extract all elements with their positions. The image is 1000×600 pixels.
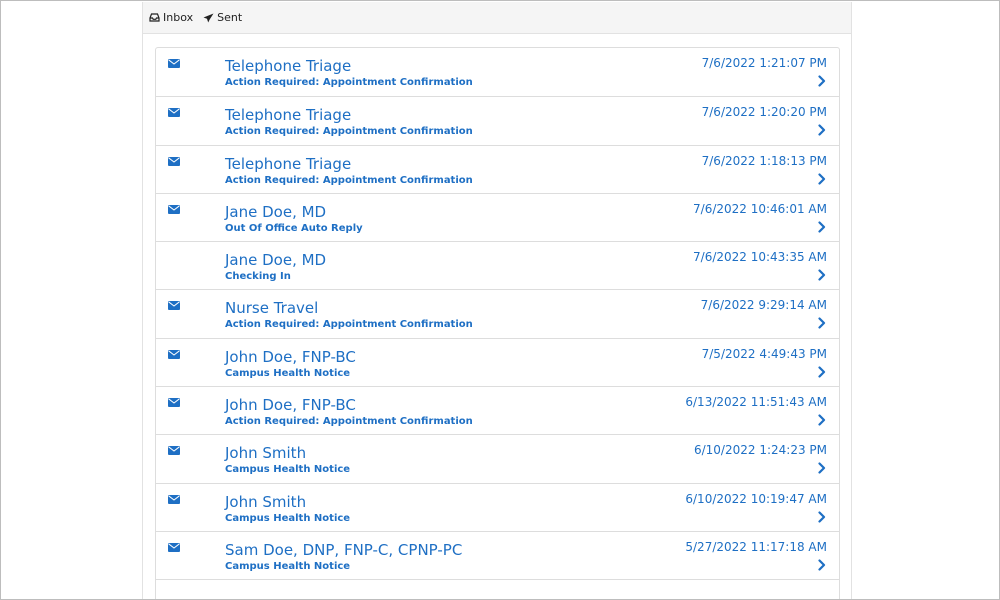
envelope-icon xyxy=(168,349,180,359)
message-row[interactable] xyxy=(156,579,839,599)
message-date: 5/27/2022 11:17:18 AM xyxy=(685,539,827,554)
paper-plane-icon xyxy=(203,13,214,22)
message-sender: Telephone Triage xyxy=(225,154,352,173)
message-row[interactable]: Telephone Triage Action Required: Appoint… xyxy=(156,96,839,144)
message-sender: John Smith xyxy=(225,444,307,463)
chevron-right-icon[interactable] xyxy=(818,559,826,571)
message-subject: Action Required: Appointment Confirmatio… xyxy=(225,319,473,331)
message-subject: Action Required: Appointment Confirmatio… xyxy=(225,416,473,428)
message-date: 7/6/2022 10:46:01 AM xyxy=(693,201,827,216)
envelope-icon xyxy=(168,301,180,311)
message-row[interactable]: John Smith Campus Health Notice 6/10/2022 … xyxy=(156,482,839,531)
message-date: 7/6/2022 1:20:20 PM xyxy=(701,105,827,120)
message-date: 6/10/2022 1:24:23 PM xyxy=(693,443,827,458)
message-subject: Campus Health Notice xyxy=(225,560,351,572)
message-date: 7/5/2022 4:49:43 PM xyxy=(701,346,827,361)
message-sender: Sam Doe, DNP, FNP-C, CPNP-PC xyxy=(225,540,463,559)
chevron-right-icon[interactable] xyxy=(818,172,826,185)
sent-label: Sent xyxy=(217,11,243,24)
message-sender: Telephone Triage xyxy=(225,106,352,125)
envelope-icon xyxy=(168,204,180,214)
messages-panel: Inbox Sent Telephone Triage Action Requir… xyxy=(142,2,852,599)
message-row[interactable]: Jane Doe, MD Checking In 7/6/2022 10:43:35… xyxy=(156,241,839,289)
envelope-icon xyxy=(168,446,180,456)
message-row[interactable]: Jane Doe, MD Out Of Office Auto Reply 7/6/… xyxy=(156,192,839,241)
chevron-right-icon[interactable] xyxy=(818,124,826,136)
message-sender: John Doe, FNP-BC xyxy=(225,396,356,415)
chevron-right-icon[interactable] xyxy=(818,462,826,474)
envelope-icon xyxy=(168,398,180,408)
message-sender: John Smith xyxy=(225,492,307,511)
envelope-icon xyxy=(168,494,180,504)
message-sender: John Doe, FNP-BC xyxy=(225,347,356,366)
message-date: 7/6/2022 1:18:13 PM xyxy=(701,153,827,168)
message-subject: Action Required: Appointment Confirmatio… xyxy=(225,126,473,138)
message-subject: Checking In xyxy=(225,271,291,283)
chevron-right-icon[interactable] xyxy=(818,75,826,87)
message-row[interactable]: Nurse Travel Action Required: Appointment… xyxy=(156,289,839,337)
message-subject: Action Required: Appointment Confirmatio… xyxy=(225,77,473,88)
message-subject: Campus Health Notice xyxy=(225,512,351,524)
inbox-label: Inbox xyxy=(163,11,194,24)
message-row[interactable]: John Smith Campus Health Notice 6/10/2022 … xyxy=(156,434,839,482)
sent-button[interactable]: Sent xyxy=(203,11,242,24)
envelope-icon xyxy=(168,59,180,68)
inbox-button[interactable]: Inbox xyxy=(149,11,193,24)
message-toolbar: Inbox Sent xyxy=(143,2,851,34)
message-date: 7/6/2022 1:21:07 PM xyxy=(701,56,827,70)
app-window: Inbox Sent Telephone Triage Action Requir… xyxy=(0,0,1000,600)
message-list: Telephone Triage Action Required: Appoint… xyxy=(155,47,840,599)
message-row[interactable]: Telephone Triage Action Required: Appoint… xyxy=(156,144,839,193)
message-date: 6/10/2022 10:19:47 AM xyxy=(685,491,827,506)
chevron-right-icon[interactable] xyxy=(818,366,826,378)
message-sender: Telephone Triage xyxy=(225,57,352,75)
message-subject: Campus Health Notice xyxy=(225,367,351,379)
message-sender: Jane Doe, MD xyxy=(225,251,327,270)
inbox-icon xyxy=(149,13,160,22)
chevron-right-icon[interactable] xyxy=(818,317,826,330)
message-row[interactable]: John Doe, FNP-BC Action Required: Appoint… xyxy=(156,386,839,434)
message-row[interactable]: Telephone Triage Action Required: Appoint… xyxy=(156,48,839,96)
message-date: 7/6/2022 10:43:35 AM xyxy=(693,250,827,265)
message-subject: Action Required: Appointment Confirmatio… xyxy=(225,174,473,186)
message-sender: Jane Doe, MD xyxy=(225,202,327,221)
envelope-icon xyxy=(168,108,180,118)
message-sender: Nurse Travel xyxy=(225,299,319,318)
chevron-right-icon[interactable] xyxy=(818,269,826,281)
message-subject: Out Of Office Auto Reply xyxy=(225,222,363,234)
message-row[interactable]: Sam Doe, DNP, FNP-C, CPNP-PC Campus Healt… xyxy=(156,530,839,579)
chevron-right-icon[interactable] xyxy=(818,414,826,426)
envelope-icon xyxy=(168,156,180,166)
message-subject: Campus Health Notice xyxy=(225,464,351,476)
envelope-icon xyxy=(168,542,180,552)
chevron-right-icon[interactable] xyxy=(818,511,826,523)
message-date: 6/13/2022 11:51:43 AM xyxy=(685,395,827,410)
chevron-right-icon[interactable] xyxy=(818,221,826,233)
message-row[interactable]: John Doe, FNP-BC Campus Health Notice 7/5/… xyxy=(156,337,839,386)
message-date: 7/6/2022 9:29:14 AM xyxy=(700,298,827,313)
